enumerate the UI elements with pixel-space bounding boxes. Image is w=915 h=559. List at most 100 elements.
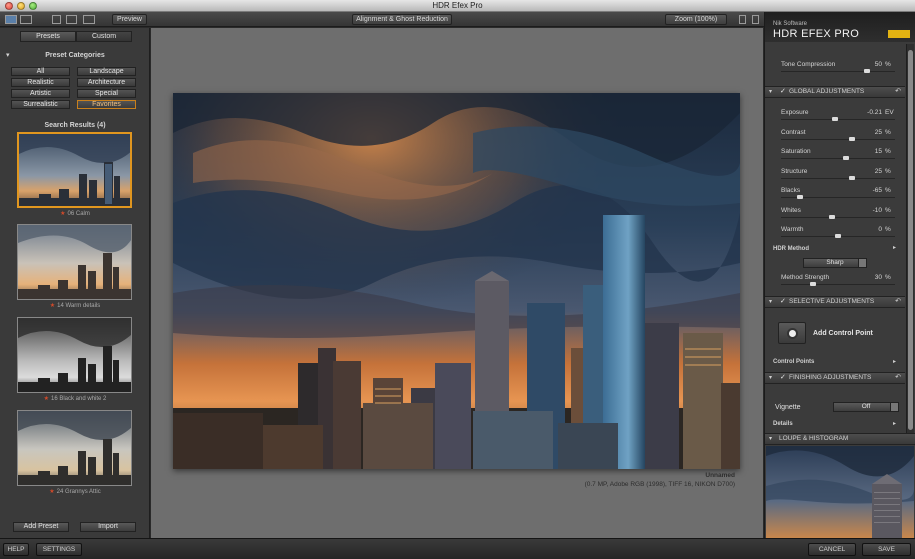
collapse-arrow-icon: ▸ xyxy=(893,245,897,251)
dropdown-caret-icon xyxy=(858,259,866,267)
preset-preview-image xyxy=(19,134,130,206)
slider-blacks[interactable]: Blacks -65% xyxy=(765,184,905,204)
slider-knob[interactable] xyxy=(848,175,855,180)
slider-knob[interactable] xyxy=(831,117,838,121)
slider-contrast[interactable]: Contrast 25% xyxy=(765,126,905,146)
slider-track xyxy=(781,284,895,285)
slider-warmth[interactable]: Warmth 0% xyxy=(765,223,905,243)
search-results-header: Search Results (4) xyxy=(44,122,106,129)
collapse-arrow-icon: ▸ xyxy=(893,421,897,427)
favorite-star-icon: ★ xyxy=(60,211,66,217)
favorite-star-icon: ★ xyxy=(43,396,49,402)
add-control-point-label: Add Control Point xyxy=(813,330,873,337)
alignment-ghost-reduction-button[interactable]: Alignment & Ghost Reduction xyxy=(352,14,452,25)
finishing-adjustments-header[interactable]: ▾ ✓ FINISHING ADJUSTMENTS ↶ xyxy=(765,372,905,384)
window-title: HDR Efex Pro xyxy=(432,1,483,10)
add-control-point-button[interactable] xyxy=(778,322,806,344)
brand-product: HDR EFEX PRO xyxy=(773,28,860,40)
collapse-arrow-icon: ▾ xyxy=(769,299,773,305)
preset-preview-image xyxy=(18,411,131,485)
tone-compression-slider[interactable]: Tone Compression 50 % xyxy=(765,58,905,78)
loupe-toggle-icon[interactable] xyxy=(752,15,759,24)
image-details: (0.7 MP, Adobe RGB (1998), TIFF 16, NIKO… xyxy=(584,481,735,488)
loupe-preview[interactable] xyxy=(766,446,914,538)
favorite-star-icon: ★ xyxy=(49,489,55,495)
help-button[interactable]: HELP xyxy=(3,543,29,556)
loupe-image xyxy=(766,446,914,538)
layout-single-icon[interactable] xyxy=(52,15,61,24)
slider-structure[interactable]: Structure 25% xyxy=(765,165,905,185)
scrollbar-thumb[interactable] xyxy=(908,50,913,430)
import-button[interactable]: Import xyxy=(80,522,136,532)
category-favorites[interactable]: Favorites xyxy=(77,100,136,109)
slider-knob[interactable] xyxy=(863,69,870,73)
control-point-icon xyxy=(787,328,798,339)
slider-saturation[interactable]: Saturation 15% xyxy=(765,145,905,165)
status-bar: HELP SETTINGS CANCEL SAVE xyxy=(0,538,915,559)
slider-knob[interactable] xyxy=(848,136,855,141)
preview-button[interactable]: Preview xyxy=(112,14,147,25)
slider-knob[interactable] xyxy=(842,156,849,160)
slider-knob[interactable] xyxy=(809,282,816,286)
single-view-icon[interactable] xyxy=(5,15,17,24)
settings-button[interactable]: SETTINGS xyxy=(36,543,82,556)
vignette-dropdown[interactable]: Off xyxy=(833,402,899,412)
category-special[interactable]: Special xyxy=(77,89,136,98)
category-landscape[interactable]: Landscape xyxy=(77,67,136,76)
preset-thumbnail-black-and-white-2[interactable] xyxy=(17,317,132,393)
main-preview-image[interactable] xyxy=(173,93,740,469)
image-canvas: Unnamed (0.7 MP, Adobe RGB (1998), TIFF … xyxy=(151,28,763,538)
zoom-dropdown[interactable]: Zoom (100%) xyxy=(665,14,727,25)
category-architecture[interactable]: Architecture xyxy=(77,78,136,87)
loupe-histogram-header[interactable]: ▾ LOUPE & HISTOGRAM xyxy=(765,433,915,445)
slider-track xyxy=(781,71,895,72)
preset-thumbnail-calm[interactable] xyxy=(17,132,132,208)
preset-preview-image xyxy=(18,225,131,299)
reset-icon[interactable]: ↶ xyxy=(895,297,901,307)
preset-label-warm-details: ★ 14 Warm details xyxy=(49,303,101,309)
category-artistic[interactable]: Artistic xyxy=(11,89,70,98)
hdr-method-dropdown[interactable]: Sharp xyxy=(803,258,867,268)
enable-checkmark-icon[interactable]: ✓ xyxy=(780,87,786,97)
save-button[interactable]: SAVE xyxy=(862,543,911,556)
preset-thumbnail-warm-details[interactable] xyxy=(17,224,132,300)
layout-split-icon[interactable] xyxy=(66,15,77,24)
category-all[interactable]: All xyxy=(11,67,70,76)
reset-icon[interactable]: ↶ xyxy=(895,373,901,383)
slider-knob[interactable] xyxy=(829,214,836,219)
background-color-icon[interactable] xyxy=(739,15,746,24)
adjustments-scrollbar[interactable] xyxy=(906,44,914,440)
tab-presets[interactable]: Presets xyxy=(20,31,76,42)
preset-preview-image xyxy=(18,318,131,392)
method-strength-slider[interactable]: Method Strength 30 % xyxy=(765,271,905,291)
vignette-label: Vignette xyxy=(775,404,801,411)
preset-thumbnail-grannys-attic[interactable] xyxy=(17,410,132,486)
global-adjustments-header[interactable]: ▾ ✓ GLOBAL ADJUSTMENTS ↶ xyxy=(765,86,905,98)
layout-side-by-side-icon[interactable] xyxy=(83,15,95,24)
slider-knob[interactable] xyxy=(835,234,841,238)
tab-custom[interactable]: Custom xyxy=(76,31,132,42)
collapse-arrow-icon: ▾ xyxy=(6,52,10,59)
brand-header: Nik Software HDR EFEX PRO xyxy=(765,12,915,42)
category-realistic[interactable]: Realistic xyxy=(11,78,70,87)
enable-checkmark-icon[interactable]: ✓ xyxy=(780,373,786,383)
slider-exposure[interactable]: Exposure -0.21 EV xyxy=(765,106,905,126)
reset-icon[interactable]: ↶ xyxy=(895,87,901,97)
image-name: Unnamed xyxy=(705,472,735,479)
cancel-button[interactable]: CANCEL xyxy=(808,543,856,556)
adjustments-panel: Nik Software HDR EFEX PRO Tone Compressi… xyxy=(764,12,915,538)
selective-adjustments-header[interactable]: ▾ ✓ SELECTIVE ADJUSTMENTS ↶ xyxy=(765,296,905,308)
brand-vendor: Nik Software xyxy=(773,21,808,27)
nik-logo-icon xyxy=(888,30,910,38)
preset-label-grannys-attic: ★ 24 Grannys Attic xyxy=(49,489,101,495)
split-view-icon[interactable] xyxy=(20,15,32,24)
slider-track xyxy=(781,158,895,159)
category-surrealistic[interactable]: Surrealistic xyxy=(11,100,70,109)
preset-categories-header[interactable]: ▾ Preset Categories xyxy=(0,50,150,61)
slider-whites[interactable]: Whites -10% xyxy=(765,204,905,224)
slider-track xyxy=(781,138,895,140)
control-points-label: Control Points xyxy=(773,359,815,365)
add-preset-button[interactable]: Add Preset xyxy=(13,522,69,532)
enable-checkmark-icon[interactable]: ✓ xyxy=(780,297,786,307)
slider-knob[interactable] xyxy=(797,195,804,199)
